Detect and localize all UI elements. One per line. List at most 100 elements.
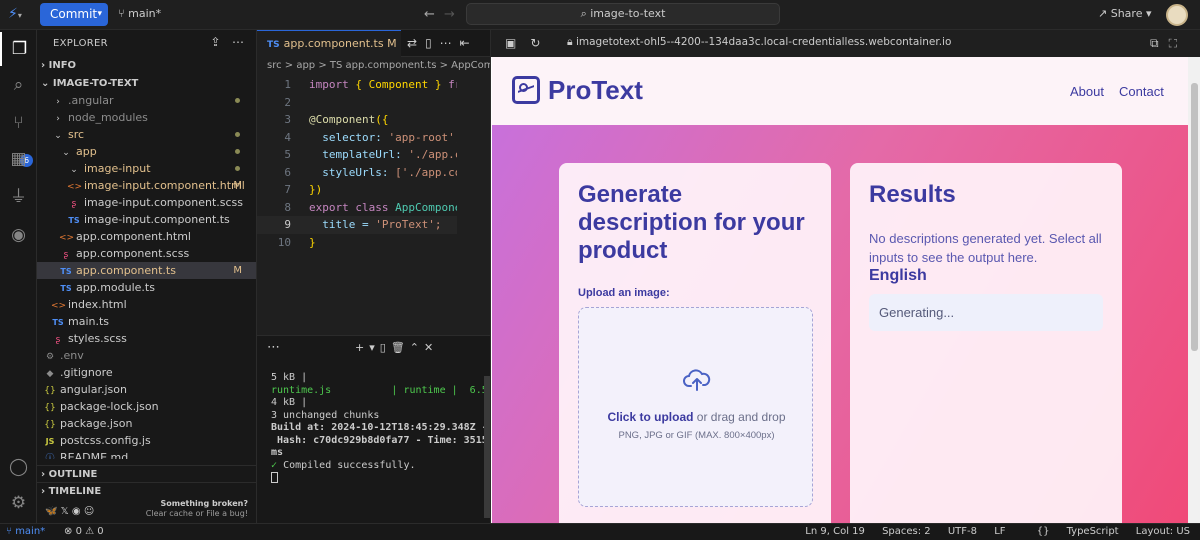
toggle-panel-icon[interactable]: ⇤: [460, 36, 478, 50]
tree-file-selected[interactable]: TS app.component.ts M: [37, 262, 256, 279]
preview-url[interactable]: 🔒︎ imagetotext-ohl5--4200--134daa3c.loca…: [567, 36, 951, 49]
info-section[interactable]: › INFO: [37, 57, 256, 74]
split-terminal-icon[interactable]: ▯: [380, 341, 391, 354]
discord-icon[interactable]: ☺: [84, 506, 94, 517]
click-to-upload-link[interactable]: Click to upload: [607, 410, 693, 424]
code-token: title =: [309, 218, 376, 231]
terminal-output[interactable]: 5 kB | runtime.js | runtime | 6.5 4 kB | 3 …: [271, 372, 488, 485]
tree-file[interactable]: ʂ app.component.scss: [37, 245, 256, 262]
avatar[interactable]: [1166, 4, 1188, 26]
outline-section-label: OUTLINE: [48, 469, 98, 480]
gear-icon[interactable]: ⚙: [0, 486, 37, 520]
outline-section[interactable]: › OUTLINE: [37, 465, 256, 482]
device-icon[interactable]: ▣: [505, 36, 530, 50]
tree-file[interactable]: {} package.json: [37, 415, 256, 432]
status-problems[interactable]: ⊗ 0 ⚠ 0: [64, 524, 104, 540]
extensions-icon[interactable]: ▦: [0, 142, 37, 176]
split-editor-icon[interactable]: ▯: [425, 36, 440, 50]
bug-report-notice[interactable]: Something broken? Clear cache or File a …: [146, 499, 248, 519]
tree-file[interactable]: {} angular.json: [37, 381, 256, 398]
tree-file[interactable]: <> app.component.html: [37, 228, 256, 245]
tree-file[interactable]: TS image-input.component.ts: [37, 211, 256, 228]
trash-icon[interactable]: 🗑: [391, 341, 410, 354]
share-button[interactable]: ↗ Share ▾: [1098, 7, 1152, 20]
command-search-box[interactable]: ⌕ image-to-text: [466, 3, 780, 25]
tree-file[interactable]: {} package-lock.json: [37, 398, 256, 415]
tree-file[interactable]: JS postcss.config.js: [37, 432, 256, 449]
ts-file-icon: TS: [60, 284, 72, 293]
chevron-down-icon[interactable]: ▾: [97, 3, 102, 26]
twitter-icon[interactable]: 𝕏: [61, 506, 69, 517]
status-dot: [235, 149, 240, 154]
compare-icon[interactable]: ⇄: [407, 36, 425, 50]
keyboard-layout[interactable]: Layout: US: [1136, 526, 1190, 537]
close-icon[interactable]: ✕: [424, 341, 438, 354]
image-dropzone[interactable]: Click to upload or drag and drop PNG, JP…: [578, 307, 813, 507]
tree-folder-angular[interactable]: › .angular: [37, 92, 256, 109]
tree-file[interactable]: <> index.html: [37, 296, 256, 313]
github-icon[interactable]: ◉: [0, 218, 37, 252]
bolt-logo-icon[interactable]: ⚡▾: [8, 6, 34, 24]
maximize-icon[interactable]: ⌃: [410, 341, 424, 354]
add-terminal-icon[interactable]: +▾: [355, 341, 380, 354]
preview-scrollbar[interactable]: [1188, 57, 1200, 523]
search-icon[interactable]: ⌕: [0, 68, 37, 102]
github-icon[interactable]: ◉: [72, 506, 81, 517]
site-brand[interactable]: ProText: [548, 75, 643, 106]
tree-file[interactable]: ʂ styles.scss: [37, 330, 256, 347]
more-icon[interactable]: ⋯: [267, 340, 280, 355]
status-branch[interactable]: ⑂ main*: [0, 524, 46, 540]
branch-selector[interactable]: ⑂ main*: [118, 7, 161, 20]
tab-app-component-ts[interactable]: TS app.component.ts M: [257, 30, 401, 57]
image-logo-icon[interactable]: [512, 76, 540, 104]
tree-folder-node-modules[interactable]: › node_modules: [37, 109, 256, 126]
generate-card: Generate description for your product Up…: [559, 163, 831, 523]
info-section-label: INFO: [48, 60, 77, 71]
results-empty-message: No descriptions generated yet. Select al…: [869, 231, 1102, 265]
tree-label: angular.json: [60, 383, 127, 396]
fullscreen-icon[interactable]: ⛶: [1169, 36, 1187, 50]
tree-file[interactable]: ⓘ README.md: [37, 449, 256, 459]
ts-file-icon: TS: [267, 40, 280, 50]
warning-count: 0: [97, 526, 104, 537]
tree-folder-app[interactable]: ⌄ app: [37, 143, 256, 160]
js-file-icon: JS: [45, 437, 55, 446]
plug-icon[interactable]: ⏚: [0, 180, 37, 214]
open-external-icon[interactable]: ⧉: [1150, 36, 1169, 50]
tree-file[interactable]: ʂ image-input.component.scss: [37, 194, 256, 211]
language-mode[interactable]: {} TypeScript: [1023, 526, 1119, 537]
scrollbar-thumb[interactable]: [1191, 83, 1198, 351]
breadcrumb[interactable]: src > app > TS app.component.ts > AppCom…: [267, 60, 490, 71]
tree-file[interactable]: TS main.ts: [37, 313, 256, 330]
cursor-position[interactable]: Ln 9, Col 19: [805, 526, 865, 537]
tree-file[interactable]: ◆ .gitignore: [37, 364, 256, 381]
code-area[interactable]: 1 import { Component } from 2 3 @Component…: [257, 76, 490, 251]
nav-contact-link[interactable]: Contact: [1119, 84, 1164, 99]
upload-icon[interactable]: ⇪: [210, 35, 220, 49]
tree-file[interactable]: <> image-input.component.html M: [37, 177, 256, 194]
project-section[interactable]: ⌄ IMAGE-TO-TEXT: [37, 75, 256, 92]
tree-file[interactable]: ⚙ .env: [37, 347, 256, 364]
tree-folder-src[interactable]: ⌄ src: [37, 126, 256, 143]
line-endings[interactable]: LF: [994, 526, 1005, 537]
indentation[interactable]: Spaces: 2: [882, 526, 931, 537]
nav-about-link[interactable]: About: [1070, 84, 1104, 99]
account-icon[interactable]: ◯: [0, 450, 37, 484]
commit-button[interactable]: Commit ▾: [40, 3, 108, 26]
timeline-section[interactable]: › TIMELINE: [37, 482, 256, 499]
encoding[interactable]: UTF-8: [948, 526, 977, 537]
tree-label: postcss.config.js: [60, 434, 151, 447]
reload-icon[interactable]: ↻: [530, 36, 554, 50]
tree-folder-image-input[interactable]: ⌄ image-input: [37, 160, 256, 177]
terminal-panel: ⋯ +▾▯🗑⌃✕ 5 kB | runtime.js | runtime | 6.…: [257, 335, 490, 523]
explorer-icon[interactable]: ❐: [0, 32, 37, 66]
more-icon[interactable]: ⋯: [232, 35, 244, 49]
tree-file[interactable]: TS app.module.ts: [37, 279, 256, 296]
bluesky-icon[interactable]: 🦋: [45, 506, 57, 517]
back-arrow-icon[interactable]: ←: [424, 7, 435, 22]
terminal-line: Hash: c70dc929b8d0fa77 - Time: 3515: [271, 434, 488, 446]
source-control-icon[interactable]: ⑂: [0, 106, 37, 140]
forward-arrow-icon[interactable]: →: [444, 7, 455, 22]
activity-bar: ❐ ⌕ ⑂ 6 ▦ ⏚ ◉ ◯ ⚙: [0, 30, 37, 523]
more-icon[interactable]: ⋯: [440, 36, 460, 50]
